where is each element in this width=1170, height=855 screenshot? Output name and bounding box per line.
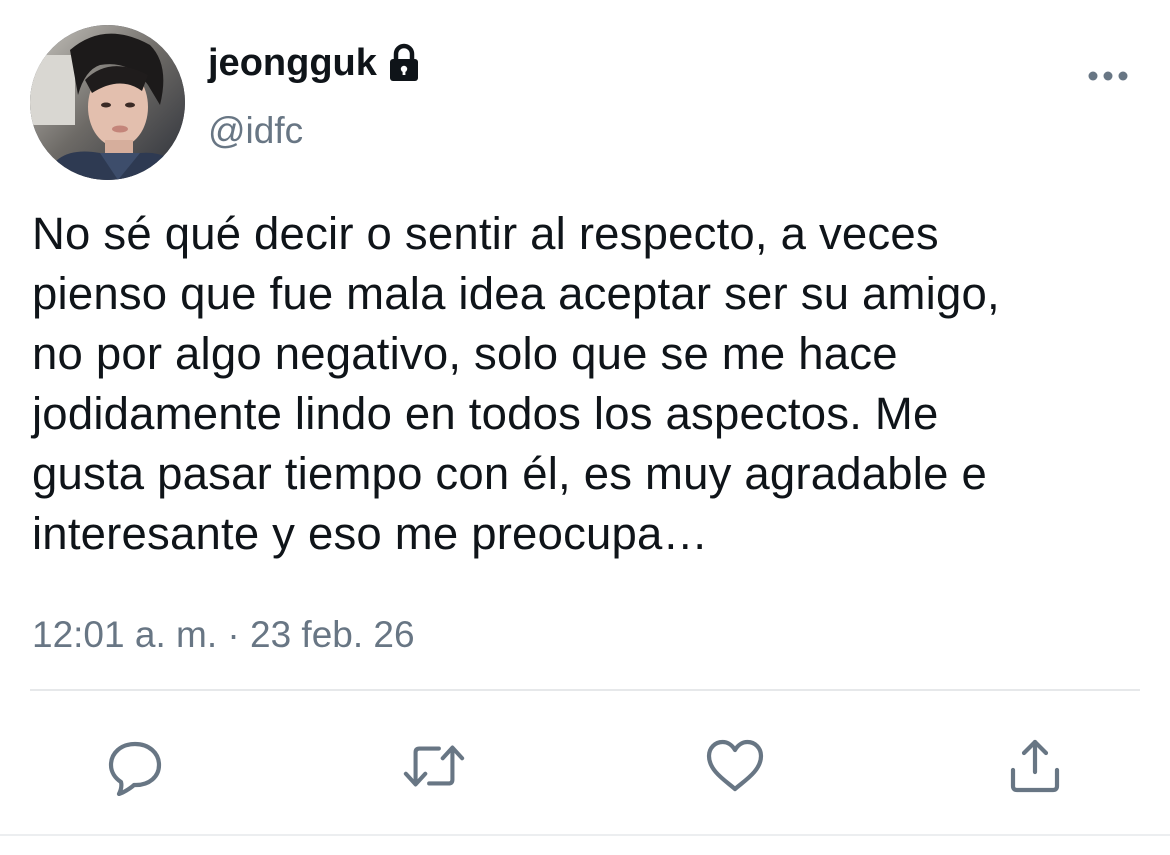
tweet-line: interesante y eso me preocupa… (32, 508, 709, 559)
retweet-button[interactable] (402, 734, 466, 798)
tweet-line: pienso que fue mala idea aceptar ser su … (32, 268, 1000, 319)
display-name[interactable]: jeongguk (208, 40, 377, 86)
tweet-timestamp[interactable]: 12:01 a. m. · 23 feb. 26 (32, 612, 415, 658)
avatar[interactable] (30, 25, 185, 180)
tweet-line: jodidamente lindo en todos los aspectos.… (32, 388, 939, 439)
retweet-icon (403, 745, 465, 787)
profile-photo (30, 25, 185, 180)
share-icon (1010, 739, 1060, 793)
tweet-line: gusta pasar tiempo con él, es muy agrada… (32, 448, 987, 499)
reply-button[interactable] (103, 734, 167, 798)
tweet-line: no por algo negativo, solo que se me hac… (32, 328, 898, 379)
more-icon[interactable] (1086, 66, 1130, 86)
lock-icon (387, 43, 421, 83)
heart-icon (706, 739, 764, 792)
bottom-divider (0, 834, 1170, 836)
like-button[interactable] (703, 734, 767, 798)
reply-icon (108, 741, 162, 796)
user-handle[interactable]: @idfc (208, 108, 303, 154)
tweet-line: No sé qué decir o sentir al respecto, a … (32, 208, 939, 259)
share-button[interactable] (1003, 734, 1067, 798)
user-display-name-row[interactable]: jeongguk (208, 40, 421, 86)
tweet-text: No sé qué decir o sentir al respecto, a … (32, 204, 1157, 564)
divider (30, 689, 1140, 691)
